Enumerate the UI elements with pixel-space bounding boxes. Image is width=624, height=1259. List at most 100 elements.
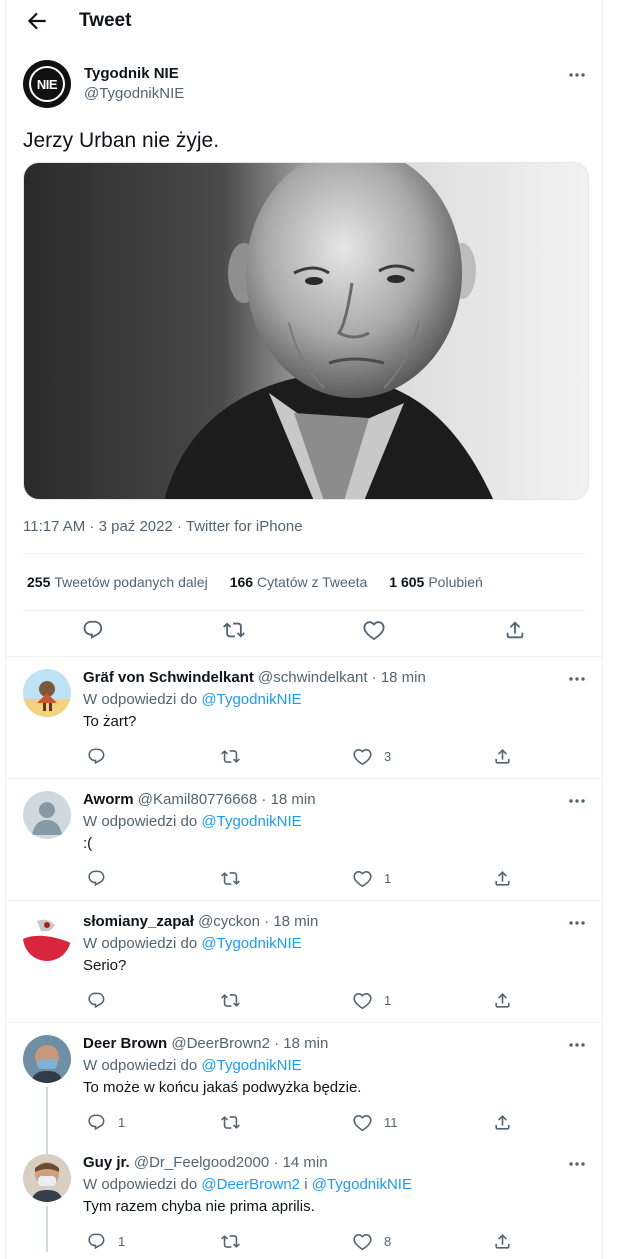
reply-author-name[interactable]: Aworm xyxy=(83,791,134,808)
like-button[interactable]: 11 xyxy=(353,1113,398,1132)
reply-icon xyxy=(88,870,105,887)
share-button[interactable] xyxy=(493,1232,512,1251)
reply-time[interactable]: · 18 min xyxy=(372,669,426,686)
reply-time[interactable]: · 18 min xyxy=(261,791,315,808)
reply-time[interactable]: · 18 min xyxy=(274,1035,328,1052)
reply-button[interactable] xyxy=(87,869,118,888)
tweet-meta: 11:17 AM · 3 paź 2022 · Twitter for iPho… xyxy=(23,518,303,535)
reply-author-handle[interactable]: @DeerBrown2 xyxy=(171,1035,270,1052)
avatar[interactable] xyxy=(23,1035,71,1083)
reply-icon xyxy=(88,1233,105,1250)
reply-to-line: W odpowiedzi do @TygodnikNIE xyxy=(83,1057,302,1074)
retweet-button[interactable] xyxy=(221,869,240,888)
reply-actions: 1 11 xyxy=(83,1113,563,1137)
reply-header: Gräf von Schwindelkant @schwindelkant · … xyxy=(83,669,426,686)
tweet-photo[interactable] xyxy=(23,162,589,500)
reply-author-handle[interactable]: @Kamil80776668 xyxy=(138,791,257,808)
reply-icon[interactable] xyxy=(82,619,104,641)
reply-to-prefix: W odpowiedzi do xyxy=(83,1176,198,1193)
like-button[interactable]: 1 xyxy=(353,869,391,888)
reply-text: :( xyxy=(83,835,93,852)
likes-stat[interactable]: 1 605 Polubień xyxy=(389,574,483,590)
reply-count: 1 xyxy=(118,1115,126,1130)
share-icon xyxy=(495,749,510,764)
reply-button[interactable]: 1 xyxy=(87,1113,125,1132)
reply-button[interactable] xyxy=(87,747,118,766)
reply-time[interactable]: · 14 min xyxy=(273,1154,327,1171)
avatar[interactable] xyxy=(23,669,71,717)
mention-joiner: i xyxy=(304,1176,308,1193)
author-name[interactable]: Tygodnik NIE xyxy=(84,65,179,82)
author-handle[interactable]: @TygodnikNIE xyxy=(84,85,184,102)
retweet-button[interactable] xyxy=(221,991,240,1010)
share-icon[interactable] xyxy=(504,619,526,641)
more-horizontal-icon[interactable] xyxy=(566,1157,588,1171)
like-button[interactable]: 8 xyxy=(353,1232,391,1251)
reply-tweet[interactable]: słomiany_zapał @cyckon · 18 min W odpowi… xyxy=(6,901,602,1023)
reply-to-prefix: W odpowiedzi do xyxy=(83,691,198,708)
reply-header: Guy jr. @Dr_Feelgood2000 · 14 min xyxy=(83,1154,328,1171)
heart-icon[interactable] xyxy=(363,619,385,641)
avatar[interactable]: NIE xyxy=(23,60,71,108)
retweets-label: Tweetów podanych dalej xyxy=(54,574,208,590)
more-horizontal-icon[interactable] xyxy=(566,794,588,808)
reply-actions: 1 8 xyxy=(83,1232,563,1256)
reply-author-name[interactable]: Gräf von Schwindelkant xyxy=(83,669,254,686)
page-title: Tweet xyxy=(79,10,132,31)
reply-button[interactable]: 1 xyxy=(87,1232,125,1251)
mention-link[interactable]: @TygodnikNIE xyxy=(201,813,301,830)
retweet-icon xyxy=(221,1116,240,1129)
reply-button[interactable] xyxy=(87,991,118,1010)
like-button[interactable]: 1 xyxy=(353,991,391,1010)
share-icon xyxy=(495,1234,510,1249)
mention-link[interactable]: @DeerBrown2 xyxy=(201,1176,300,1193)
reply-author-handle[interactable]: @Dr_Feelgood2000 xyxy=(134,1154,269,1171)
more-horizontal-icon[interactable] xyxy=(566,916,588,930)
heart-icon xyxy=(353,1233,372,1251)
mention-link[interactable]: @TygodnikNIE xyxy=(201,935,301,952)
mention-link[interactable]: @TygodnikNIE xyxy=(312,1176,412,1193)
thread-connector xyxy=(46,1206,48,1252)
avatar[interactable] xyxy=(23,1154,71,1202)
retweet-button[interactable] xyxy=(221,747,240,766)
share-button[interactable] xyxy=(493,991,512,1010)
more-horizontal-icon[interactable] xyxy=(566,68,588,82)
reply-tweet[interactable]: Guy jr. @Dr_Feelgood2000 · 14 min W odpo… xyxy=(6,1142,602,1252)
reply-author-name[interactable]: Guy jr. xyxy=(83,1154,130,1171)
retweet-icon xyxy=(221,994,240,1007)
avatar[interactable] xyxy=(23,791,71,839)
like-button[interactable]: 3 xyxy=(353,747,391,766)
heart-icon xyxy=(353,748,372,766)
share-button[interactable] xyxy=(493,869,512,888)
more-horizontal-icon[interactable] xyxy=(566,1038,588,1052)
like-count: 8 xyxy=(384,1234,392,1249)
retweet-icon xyxy=(221,872,240,885)
retweet-button[interactable] xyxy=(221,1113,240,1132)
tweet-stats: 255 Tweetów podanych dalej 166 Cytatów z T… xyxy=(23,553,585,611)
reply-author-name[interactable]: Deer Brown xyxy=(83,1035,167,1052)
reply-tweet[interactable]: Aworm @Kamil80776668 · 18 min W odpowied… xyxy=(6,779,602,901)
mention-link[interactable]: @TygodnikNIE xyxy=(201,1057,301,1074)
reply-icon xyxy=(88,992,105,1009)
more-horizontal-icon[interactable] xyxy=(566,672,588,686)
share-button[interactable] xyxy=(493,1113,512,1132)
reply-author-handle[interactable]: @schwindelkant xyxy=(258,669,367,686)
share-button[interactable] xyxy=(493,747,512,766)
reply-time[interactable]: · 18 min xyxy=(264,913,318,930)
arrow-left-icon[interactable] xyxy=(24,8,50,34)
quotes-stat[interactable]: 166 Cytatów z Tweeta xyxy=(230,574,368,590)
retweets-stat[interactable]: 255 Tweetów podanych dalej xyxy=(27,574,208,590)
reply-author-name[interactable]: słomiany_zapał xyxy=(83,913,194,930)
retweet-button[interactable] xyxy=(221,1232,240,1251)
retweet-icon xyxy=(221,750,240,763)
reply-author-handle[interactable]: @cyckon xyxy=(198,913,260,930)
reply-to-prefix: W odpowiedzi do xyxy=(83,1057,198,1074)
avatar[interactable] xyxy=(23,913,71,961)
reply-count: 1 xyxy=(118,1234,126,1249)
retweet-icon[interactable] xyxy=(222,619,245,641)
mention-link[interactable]: @TygodnikNIE xyxy=(201,691,301,708)
reply-tweet[interactable]: Gräf von Schwindelkant @schwindelkant · … xyxy=(6,657,602,779)
tweet-actions xyxy=(23,610,585,650)
main-tweet: NIE Tygodnik NIE @TygodnikNIE Jerzy Urba… xyxy=(6,42,602,657)
reply-tweet[interactable]: Deer Brown @DeerBrown2 · 18 min W odpowi… xyxy=(6,1023,602,1154)
